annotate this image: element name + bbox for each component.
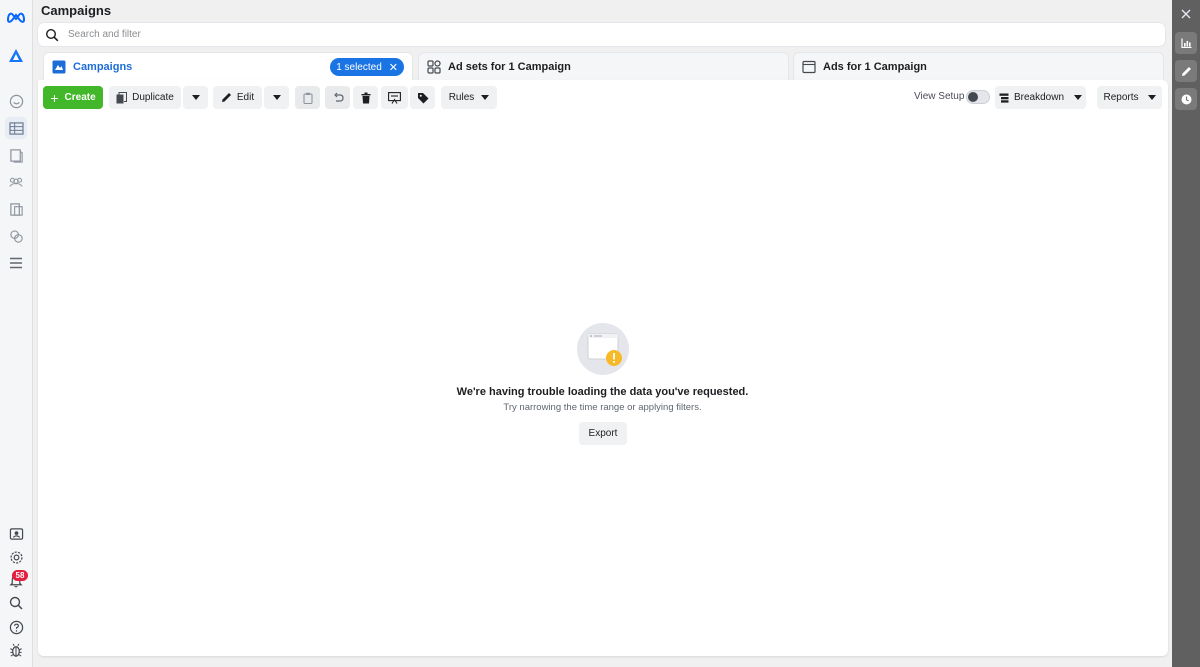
edit-label: Edit bbox=[236, 92, 255, 103]
trash-icon bbox=[361, 92, 370, 103]
tab-label: Campaigns bbox=[73, 61, 133, 73]
events-manager-icon[interactable] bbox=[5, 225, 27, 247]
undo-button[interactable] bbox=[325, 86, 350, 109]
campaign-flag-icon bbox=[52, 60, 66, 74]
ads-manager-logo-icon[interactable] bbox=[5, 44, 27, 66]
search-icon[interactable] bbox=[5, 592, 27, 614]
reports-dropdown-button[interactable]: Reports bbox=[1097, 86, 1162, 109]
search-input[interactable] bbox=[68, 29, 968, 40]
create-button[interactable]: + Create bbox=[43, 86, 103, 109]
rules-dropdown-button[interactable]: Rules bbox=[441, 86, 497, 109]
tab-campaigns[interactable]: Campaigns 1 selected ✕ bbox=[43, 52, 413, 81]
undo-icon bbox=[333, 92, 344, 102]
tags-button[interactable] bbox=[410, 86, 435, 109]
audiences-icon[interactable] bbox=[5, 171, 27, 193]
tab-label: Ad sets for 1 Campaign bbox=[448, 61, 571, 73]
business-account-icon[interactable] bbox=[5, 523, 27, 545]
account-overview-icon[interactable] bbox=[5, 90, 27, 112]
toggle-knob bbox=[968, 92, 978, 102]
left-nav-rail: 58 bbox=[0, 0, 33, 667]
campaigns-table-icon[interactable] bbox=[5, 117, 27, 139]
duplicate-dropdown-button[interactable] bbox=[183, 86, 208, 109]
reports-icon[interactable] bbox=[5, 144, 27, 166]
rules-label: Rules bbox=[448, 92, 475, 103]
help-icon[interactable] bbox=[5, 616, 27, 638]
search-filter-bar[interactable] bbox=[38, 23, 1165, 46]
selection-count-label: 1 selected bbox=[336, 61, 382, 73]
page-title: Campaigns bbox=[41, 3, 112, 18]
notifications-count-badge: 58 bbox=[12, 570, 28, 581]
edit-panel-pencil-icon[interactable] bbox=[1175, 60, 1197, 82]
reports-label: Reports bbox=[1103, 92, 1139, 103]
a-b-test-button[interactable] bbox=[295, 86, 320, 109]
plus-icon: + bbox=[50, 89, 59, 106]
chevron-down-icon bbox=[1147, 95, 1156, 100]
search-icon bbox=[45, 28, 59, 41]
right-side-rail bbox=[1172, 0, 1200, 667]
breakdown-dropdown-button[interactable]: Breakdown bbox=[995, 86, 1086, 109]
pencil-icon bbox=[221, 93, 231, 102]
preview-button[interactable] bbox=[381, 86, 408, 109]
meta-logo-icon[interactable] bbox=[5, 6, 27, 28]
create-label: Create bbox=[64, 92, 96, 103]
close-icon[interactable] bbox=[1175, 3, 1197, 25]
chevron-down-icon bbox=[191, 95, 200, 100]
tag-icon bbox=[417, 92, 428, 103]
edit-dropdown-button[interactable] bbox=[264, 86, 289, 109]
tab-ad-sets[interactable]: Ad sets for 1 Campaign bbox=[418, 52, 789, 81]
duplicate-label: Duplicate bbox=[132, 92, 174, 103]
chevron-down-icon bbox=[481, 95, 490, 100]
chevron-down-icon bbox=[272, 95, 281, 100]
chevron-down-icon bbox=[1074, 95, 1083, 100]
export-button[interactable]: Export bbox=[579, 422, 627, 445]
clipboard-icon bbox=[302, 92, 313, 104]
all-tools-menu-icon[interactable] bbox=[5, 252, 27, 274]
duplicate-icon bbox=[116, 91, 128, 103]
breakdown-label: Breakdown bbox=[1013, 92, 1065, 103]
billing-icon[interactable] bbox=[5, 198, 27, 220]
empty-state-subtitle: Try narrowing the time range or applying… bbox=[503, 402, 702, 413]
clear-selection-icon[interactable]: ✕ bbox=[389, 61, 398, 74]
preview-screen-icon bbox=[388, 91, 401, 104]
report-bug-icon[interactable] bbox=[5, 639, 27, 661]
edit-button[interactable]: Edit bbox=[213, 86, 262, 109]
settings-gear-icon[interactable] bbox=[5, 546, 27, 568]
ad-sets-grid-icon bbox=[427, 60, 441, 74]
empty-state-title: We're having trouble loading the data yo… bbox=[456, 386, 749, 398]
delete-button[interactable] bbox=[353, 86, 378, 109]
view-setup-toggle[interactable] bbox=[966, 90, 990, 104]
history-clock-icon[interactable] bbox=[1175, 88, 1197, 110]
ad-frame-icon bbox=[802, 60, 816, 74]
view-setup-label: View Setup bbox=[914, 91, 965, 102]
empty-state-illustration bbox=[577, 323, 629, 375]
tab-label: Ads for 1 Campaign bbox=[823, 61, 927, 73]
tab-ads[interactable]: Ads for 1 Campaign bbox=[793, 52, 1164, 81]
charts-panel-icon[interactable] bbox=[1175, 32, 1197, 54]
duplicate-button[interactable]: Duplicate bbox=[109, 86, 181, 109]
selection-count-pill[interactable]: 1 selected ✕ bbox=[330, 58, 404, 76]
breakdown-icon bbox=[999, 93, 1009, 103]
